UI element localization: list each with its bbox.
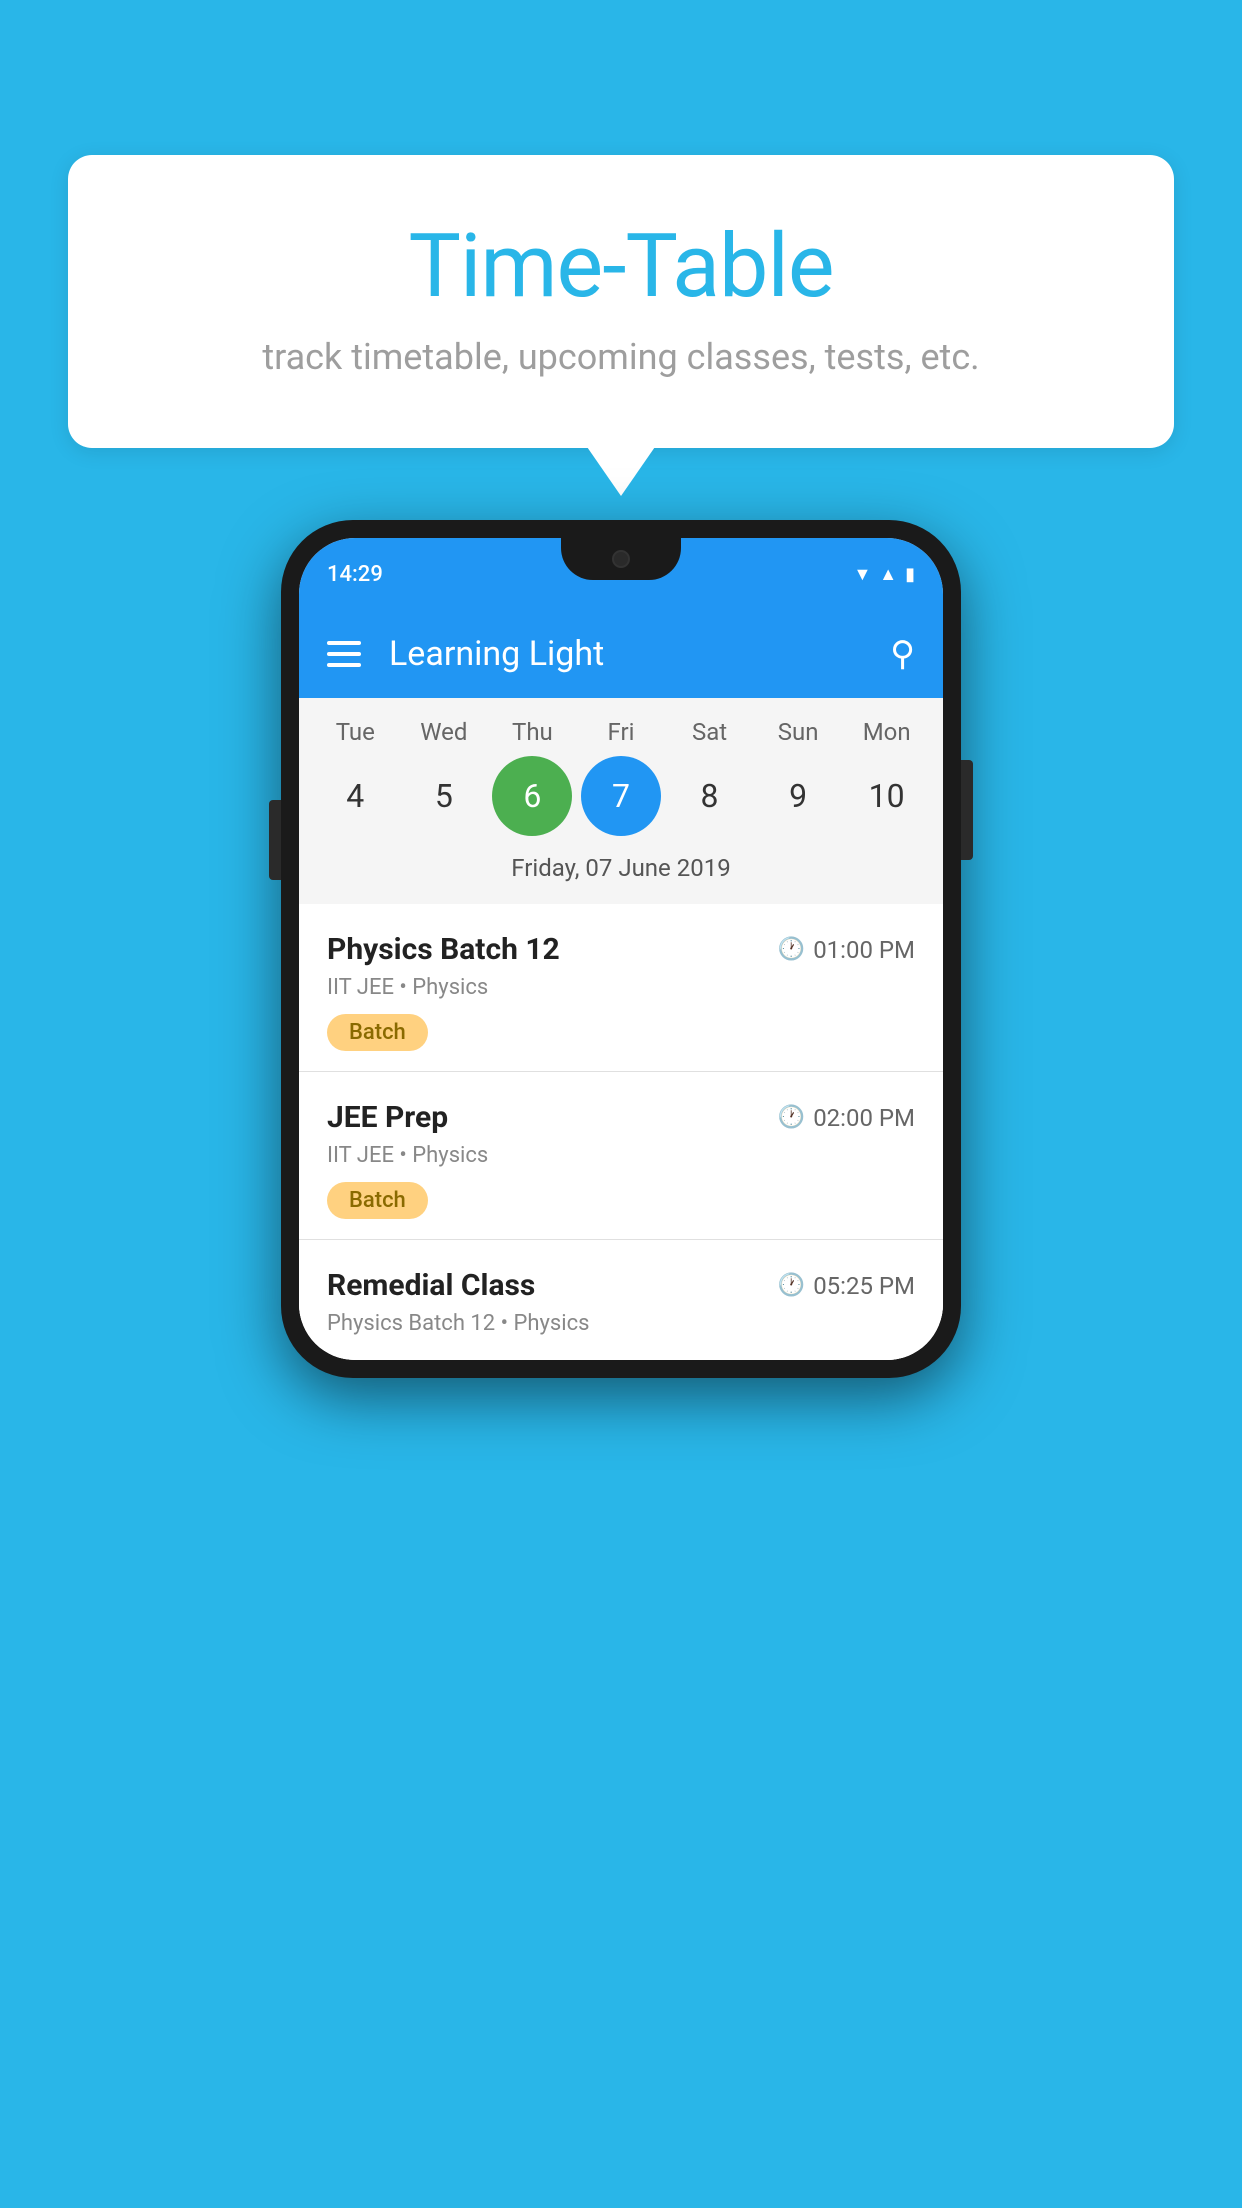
schedule-item-1-time-container: 🕐 01:00 PM (778, 936, 915, 964)
status-time: 14:29 (327, 562, 383, 587)
status-icons: ▼ ▲ ▮ (853, 564, 915, 585)
hamburger-line-1 (327, 641, 361, 645)
status-bar: 14:29 ▼ ▲ ▮ (299, 538, 943, 610)
schedule-item-3-subtitle: Physics Batch 12 • Physics (327, 1311, 915, 1336)
batch-badge-1: Batch (327, 1014, 428, 1051)
schedule-item-3-time-container: 🕐 05:25 PM (778, 1272, 915, 1300)
schedule-item-3-header: Remedial Class 🕐 05:25 PM (327, 1268, 915, 1303)
phone-mockup: 14:29 ▼ ▲ ▮ Learning Light ⚲ (281, 520, 961, 1378)
schedule-list: Physics Batch 12 🕐 01:00 PM IIT JEE • Ph… (299, 904, 943, 1360)
schedule-item-1-time: 01:00 PM (813, 936, 915, 964)
schedule-item-1-subtitle: IIT JEE • Physics (327, 975, 915, 1000)
notch (561, 538, 681, 580)
schedule-item-2-title: JEE Prep (327, 1100, 448, 1135)
wifi-icon: ▼ (853, 564, 871, 585)
selected-date-label: Friday, 07 June 2019 (299, 846, 943, 894)
schedule-item-1-title: Physics Batch 12 (327, 932, 560, 967)
schedule-item-1[interactable]: Physics Batch 12 🕐 01:00 PM IIT JEE • Ph… (299, 904, 943, 1072)
schedule-item-3-time: 05:25 PM (813, 1272, 915, 1300)
speech-bubble-section: Time-Table track timetable, upcoming cla… (68, 155, 1174, 448)
day-numbers-row: 4 5 6 7 8 9 10 (299, 756, 943, 836)
camera (612, 550, 630, 568)
day-4[interactable]: 4 (315, 756, 395, 836)
speech-bubble-card: Time-Table track timetable, upcoming cla… (68, 155, 1174, 448)
batch-badge-2: Batch (327, 1182, 428, 1219)
day-6-today[interactable]: 6 (492, 756, 572, 836)
day-9[interactable]: 9 (758, 756, 838, 836)
battery-icon: ▮ (905, 564, 915, 585)
hamburger-line-3 (327, 663, 361, 667)
app-header: Learning Light ⚲ (299, 610, 943, 698)
phone-screen: 14:29 ▼ ▲ ▮ Learning Light ⚲ (299, 538, 943, 1360)
day-10[interactable]: 10 (847, 756, 927, 836)
hamburger-line-2 (327, 652, 361, 656)
calendar-strip: Tue Wed Thu Fri Sat Sun Mon 4 5 6 7 8 9 … (299, 698, 943, 904)
signal-icon: ▲ (879, 564, 897, 585)
day-header-sun: Sun (758, 718, 838, 746)
day-8[interactable]: 8 (670, 756, 750, 836)
schedule-item-3[interactable]: Remedial Class 🕐 05:25 PM Physics Batch … (299, 1240, 943, 1360)
schedule-item-2[interactable]: JEE Prep 🕐 02:00 PM IIT JEE • Physics Ba… (299, 1072, 943, 1240)
day-header-sat: Sat (670, 718, 750, 746)
search-icon[interactable]: ⚲ (890, 634, 915, 674)
phone-frame: 14:29 ▼ ▲ ▮ Learning Light ⚲ (281, 520, 961, 1378)
schedule-item-2-header: JEE Prep 🕐 02:00 PM (327, 1100, 915, 1135)
clock-icon-2: 🕐 (778, 1105, 805, 1130)
day-5[interactable]: 5 (404, 756, 484, 836)
day-header-mon: Mon (847, 718, 927, 746)
day-7-selected[interactable]: 7 (581, 756, 661, 836)
clock-icon-1: 🕐 (778, 937, 805, 962)
app-title: Learning Light (389, 634, 890, 674)
schedule-item-3-title: Remedial Class (327, 1268, 535, 1303)
schedule-item-2-time-container: 🕐 02:00 PM (778, 1104, 915, 1132)
feature-title: Time-Table (148, 215, 1094, 318)
schedule-item-2-subtitle: IIT JEE • Physics (327, 1143, 915, 1168)
day-header-tue: Tue (315, 718, 395, 746)
hamburger-menu[interactable] (327, 641, 361, 667)
day-headers-row: Tue Wed Thu Fri Sat Sun Mon (299, 718, 943, 746)
schedule-item-1-header: Physics Batch 12 🕐 01:00 PM (327, 932, 915, 967)
day-header-wed: Wed (404, 718, 484, 746)
clock-icon-3: 🕐 (778, 1273, 805, 1298)
day-header-fri: Fri (581, 718, 661, 746)
schedule-item-2-time: 02:00 PM (813, 1104, 915, 1132)
feature-subtitle: track timetable, upcoming classes, tests… (148, 336, 1094, 378)
day-header-thu: Thu (492, 718, 572, 746)
